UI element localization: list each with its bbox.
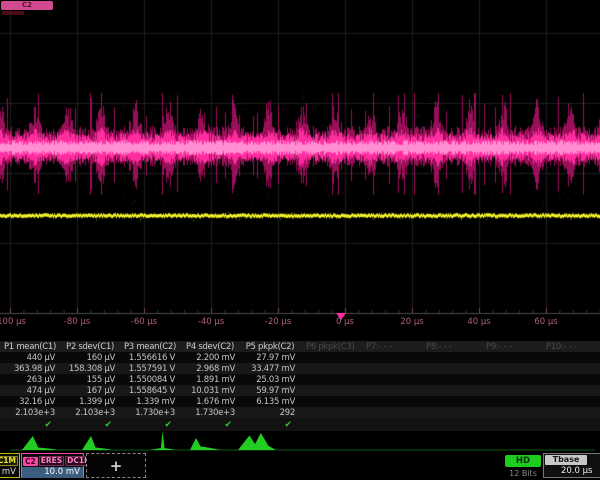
measure-value-cell: 263 µV — [0, 375, 60, 385]
measure-value-cell: 474 µV — [0, 386, 60, 396]
measure-value-cell: 32.16 µV — [0, 397, 60, 407]
measure-value-cell: 1.730e+3 — [180, 408, 240, 418]
c1-vertical-scale: 50.0 mV — [0, 467, 19, 478]
measure-param-header-disabled[interactable]: P10:- - - — [540, 342, 600, 352]
histicon[interactable] — [22, 436, 58, 450]
measure-value-cell: 160 µV — [60, 353, 120, 363]
measure-value-cell: 440 µV — [0, 353, 60, 363]
measure-value-cell: 2.103e+3 — [60, 408, 120, 418]
measure-value-cell: 10.031 mV — [180, 386, 240, 396]
measure-value-cell: 1.730e+3 — [120, 408, 180, 418]
measure-value-cell: 155 µV — [60, 375, 120, 385]
measure-value-cell: 1.557591 V — [120, 364, 180, 374]
time-axis-label: -40 µs — [198, 317, 224, 327]
measure-param-header[interactable]: P2 sdev(C1) — [60, 342, 120, 352]
measure-param-header-disabled[interactable]: P9:- - - — [480, 342, 540, 352]
time-axis-label: -80 µs — [64, 317, 90, 327]
measure-value-cell: 1.556616 V — [120, 353, 180, 363]
histicon[interactable] — [82, 436, 112, 450]
measure-value-cell: 1.339 mV — [120, 397, 180, 407]
measure-value-cell: 1.676 mV — [180, 397, 240, 407]
waveform-grid[interactable] — [0, 0, 600, 338]
measure-value-cell: 6.135 mV — [240, 397, 300, 407]
measure-param-header[interactable]: P5 pkpk(C2) — [240, 342, 300, 352]
logo-smudge — [2, 11, 24, 15]
c1-coupling-badge: DC1M — [0, 456, 18, 466]
measure-value-cell: 1.550084 V — [120, 375, 180, 385]
measure-value-cell: 2.200 mV — [180, 353, 240, 363]
measure-param-header-disabled[interactable]: P6 pkpk(C3) — [300, 342, 360, 352]
oscilloscope-screen: C2 -100 µs-80 µs-60 µs-40 µs-20 µs0 µs20… — [0, 0, 600, 480]
histicons[interactable] — [0, 425, 600, 453]
c2-vertical-scale: 10.0 mV — [22, 467, 83, 478]
time-axis-label: 20 µs — [400, 317, 423, 327]
channel-descriptor-c1[interactable]: DC1M 50.0 mV — [0, 453, 20, 478]
channel-descriptor-c2[interactable]: C2 ERES DC1M 10.0 mV — [21, 453, 84, 478]
measure-value-cell: 167 µV — [60, 386, 120, 396]
add-trace-button[interactable]: + — [86, 453, 146, 478]
trigger-position-marker[interactable] — [336, 313, 346, 320]
measure-value-cell: 158.308 µV — [60, 364, 120, 374]
time-axis-label: -20 µs — [265, 317, 291, 327]
hd-mode-badge[interactable]: HD — [505, 455, 541, 467]
measure-value-cell: 25.03 mV — [240, 375, 300, 385]
measure-param-header[interactable]: P3 mean(C2) — [120, 342, 180, 352]
measure-value-cell: 2.968 mV — [180, 364, 240, 374]
measure-param-header[interactable]: P4 sdev(C2) — [180, 342, 240, 352]
measure-value-cell: 33.477 mV — [240, 364, 300, 374]
measure-param-header-disabled[interactable]: P7:- - - — [360, 342, 420, 352]
time-axis-label: -60 µs — [131, 317, 157, 327]
time-axis-label: -100 µs — [0, 317, 26, 327]
trace-annotation-badge[interactable]: C2 — [1, 1, 53, 10]
measure-value-cell: 59.97 mV — [240, 386, 300, 396]
c2-label-badge: C2 — [23, 457, 38, 466]
measure-value-cell: 292 — [240, 408, 300, 418]
time-axis-label: 40 µs — [467, 317, 490, 327]
measure-table: P1 mean(C1)P2 sdev(C1)P3 mean(C2)P4 sdev… — [0, 341, 600, 431]
timebase-scale: 20.0 µs — [561, 466, 592, 476]
measure-value-cell: 1.558645 V — [120, 386, 180, 396]
measure-param-header-disabled[interactable]: P8:- - - — [420, 342, 480, 352]
measure-value-cell: 27.97 mV — [240, 353, 300, 363]
time-axis-label: 60 µs — [534, 317, 557, 327]
measure-param-header[interactable]: P1 mean(C1) — [0, 342, 60, 352]
measure-value-cell: 363.98 µV — [0, 364, 60, 374]
hd-bits-label: 12 Bits — [505, 469, 541, 478]
timebase-descriptor[interactable]: Tbase 20.0 µs — [543, 453, 600, 478]
measure-value-cell: 1.399 µV — [60, 397, 120, 407]
histicon[interactable] — [150, 431, 176, 450]
c2-eres-badge: ERES — [39, 456, 64, 466]
measure-value-cell: 1.891 mV — [180, 375, 240, 385]
plus-icon: + — [87, 454, 145, 477]
histicon[interactable] — [190, 438, 220, 450]
timebase-tab: Tbase — [545, 455, 587, 465]
measure-value-cell: 2.103e+3 — [0, 408, 60, 418]
histicon[interactable] — [238, 433, 276, 450]
